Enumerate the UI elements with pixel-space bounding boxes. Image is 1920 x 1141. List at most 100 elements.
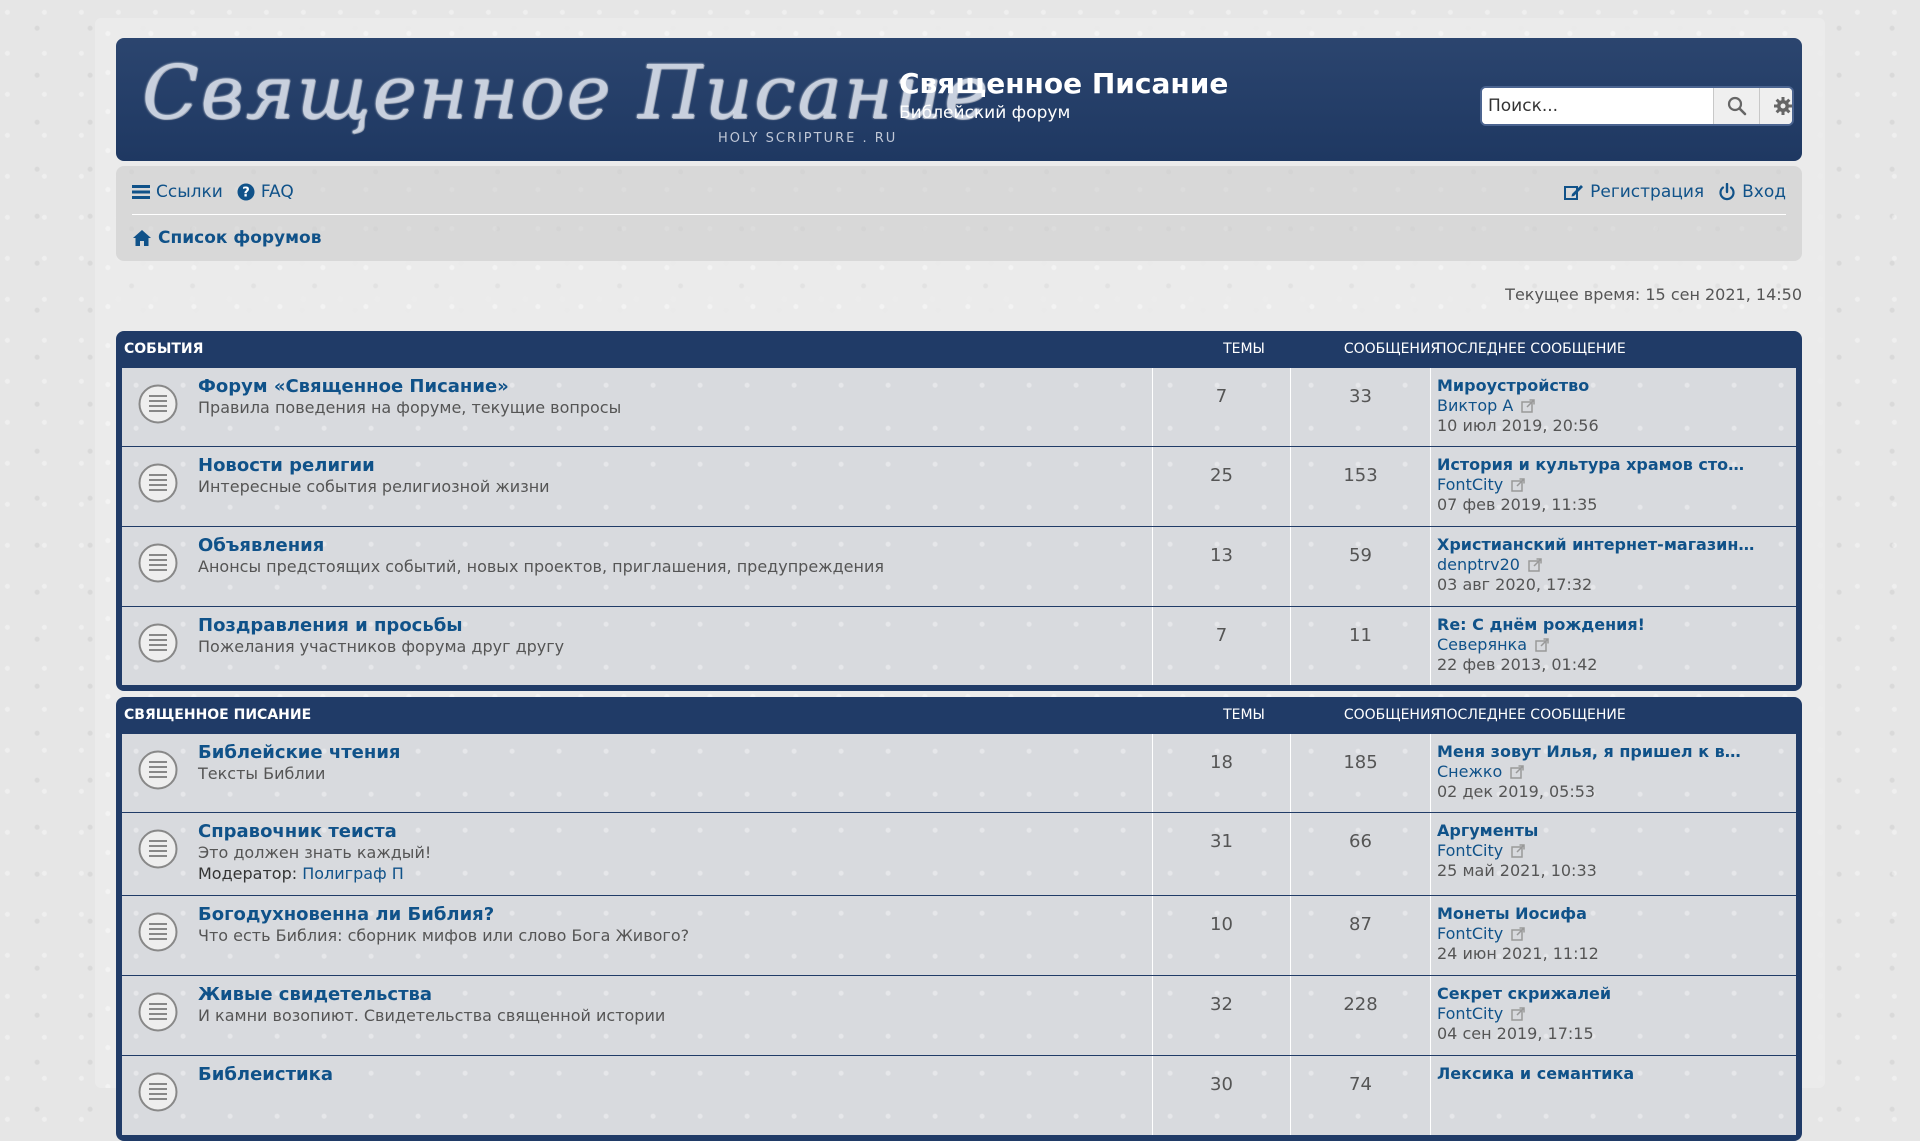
breadcrumb-label: Список форумов (158, 228, 322, 248)
last-post: История и культура храмов сто… FontCity … (1430, 447, 1744, 526)
last-post-title[interactable]: Христианский интернет-магазин… (1437, 535, 1754, 555)
forum-description: Пожелания участников форума друг другу (198, 637, 565, 656)
category-block: СВЯЩЕННОЕ ПИСАНИЕ ТЕМЫ СООБЩЕНИЯ ПОСЛЕДН… (116, 697, 1802, 1141)
power-icon (1719, 183, 1735, 201)
category-header: СВЯЩЕННОЕ ПИСАНИЕ ТЕМЫ СООБЩЕНИЯ ПОСЛЕДН… (122, 697, 1796, 733)
last-post-date: 25 май 2021, 10:33 (1437, 861, 1597, 880)
topics-count: 7 (1152, 368, 1290, 446)
last-post: Меня зовут Илья, я пришел к в… Снежко 02… (1430, 734, 1741, 812)
posts-count: 59 (1290, 527, 1430, 606)
last-post-title[interactable]: Мироустройство (1437, 376, 1599, 396)
navbar: Ссылки ? FAQ Регистрация Вход Список фор… (116, 166, 1802, 261)
topics-count: 13 (1152, 527, 1290, 606)
last-post: Монеты Иосифа FontCity 24 июн 2021, 11:1… (1430, 896, 1599, 975)
view-latest-post-icon[interactable] (1535, 638, 1549, 652)
forum-title[interactable]: Новости религии (198, 455, 550, 476)
forum-read-icon (138, 623, 178, 663)
last-post-author[interactable]: denptrv20 (1437, 555, 1520, 575)
breadcrumb[interactable]: Список форумов (132, 222, 321, 254)
forum-title[interactable]: Поздравления и просьбы (198, 615, 564, 636)
last-post-author[interactable]: FontCity (1437, 1004, 1503, 1024)
category-title[interactable]: СВЯЩЕННОЕ ПИСАНИЕ (124, 707, 311, 723)
last-post-title[interactable]: Секрет скрижалей (1437, 984, 1611, 1004)
view-latest-post-icon[interactable] (1511, 478, 1525, 492)
view-latest-post-icon[interactable] (1521, 399, 1536, 413)
last-post-date: 04 сен 2019, 17:15 (1437, 1024, 1594, 1043)
forum-read-icon (138, 992, 178, 1032)
last-post-title[interactable]: Монеты Иосифа (1437, 904, 1599, 924)
last-post-date: 10 июл 2019, 20:56 (1437, 416, 1599, 435)
site-title[interactable]: Священное Писание (899, 67, 1228, 100)
register-label: Регистрация (1590, 182, 1705, 202)
column-header-topics: ТЕМЫ (1223, 707, 1265, 723)
topics-count: 7 (1152, 607, 1290, 685)
forum-description: Анонсы предстоящих событий, новых проект… (198, 557, 884, 576)
posts-count: 228 (1290, 976, 1430, 1055)
forum-moderator: Модератор: Полиграф П (198, 863, 431, 884)
last-post-title[interactable]: История и культура храмов сто… (1437, 455, 1744, 475)
category-title[interactable]: СОБЫТИЯ (124, 341, 203, 357)
column-header-last-post: ПОСЛЕДНЕЕ СООБЩЕНИЕ (1436, 707, 1626, 723)
last-post-title[interactable]: Меня зовут Илья, я пришел к в… (1437, 742, 1741, 762)
login-link[interactable]: Вход (1718, 182, 1786, 202)
posts-count: 11 (1290, 607, 1430, 685)
view-latest-post-icon[interactable] (1511, 1007, 1525, 1021)
forum-description: Это должен знать каждый! (198, 843, 432, 862)
last-post-author[interactable]: Снежко (1437, 762, 1502, 782)
last-post-date: 22 фев 2013, 01:42 (1437, 655, 1598, 674)
search-box (1482, 88, 1792, 124)
forum-row: Новости религии Интересные события религ… (122, 446, 1796, 526)
moderator-label: Модератор: (198, 864, 298, 883)
last-post-title[interactable]: Аргументы (1437, 821, 1597, 841)
forum-title[interactable]: Объявления (198, 535, 884, 556)
column-header-last-post: ПОСЛЕДНЕЕ СООБЩЕНИЕ (1436, 341, 1626, 357)
forum-title[interactable]: Живые свидетельства (198, 984, 665, 1005)
topics-count: 25 (1152, 447, 1290, 526)
login-label: Вход (1742, 182, 1786, 202)
register-link[interactable]: Регистрация (1564, 182, 1704, 202)
last-post-author[interactable]: FontCity (1437, 841, 1503, 861)
forum-title[interactable]: Форум «Священное Писание» (198, 376, 621, 397)
last-post-author[interactable]: Виктор А (1437, 396, 1513, 416)
topics-count: 30 (1152, 1056, 1290, 1135)
moderator-link[interactable]: Полиграф П (302, 864, 404, 883)
last-post-author[interactable]: Северянка (1437, 635, 1527, 655)
last-post: Аргументы FontCity 25 май 2021, 10:33 (1430, 813, 1597, 895)
column-header-topics: ТЕМЫ (1223, 341, 1265, 357)
forum-read-icon (138, 463, 178, 503)
search-button[interactable] (1713, 88, 1759, 124)
forum-title[interactable]: Справочник теиста (198, 821, 431, 842)
category-header: СОБЫТИЯ ТЕМЫ СООБЩЕНИЯ ПОСЛЕДНЕЕ СООБЩЕН… (122, 331, 1796, 367)
forum-title[interactable]: Библеистика (198, 1064, 333, 1085)
forum-row: Объявления Анонсы предстоящих событий, н… (122, 526, 1796, 606)
last-post-author[interactable]: FontCity (1437, 475, 1503, 495)
last-post-title[interactable]: Лексика и семантика (1437, 1064, 1634, 1084)
faq-link[interactable]: ? FAQ (237, 182, 294, 202)
forum-row: Справочник теиста Это должен знать кажды… (122, 812, 1796, 895)
forum-read-icon (138, 750, 178, 790)
question-icon: ? (237, 183, 255, 201)
view-latest-post-icon[interactable] (1511, 844, 1525, 858)
forum-description: Тексты Библии (198, 764, 326, 783)
last-post-date: 07 фев 2019, 11:35 (1437, 495, 1598, 514)
view-latest-post-icon[interactable] (1511, 927, 1525, 941)
last-post-title[interactable]: Re: С днём рождения! (1437, 615, 1645, 635)
search-icon (1727, 96, 1746, 116)
forum-row: Поздравления и просьбы Пожелания участни… (122, 606, 1796, 685)
links-menu[interactable]: Ссылки (132, 182, 223, 202)
site-logo[interactable]: Священное Писание (142, 50, 990, 136)
forum-row: Библеистика 30 74 Лексика и семантика (122, 1055, 1796, 1135)
posts-count: 185 (1290, 734, 1430, 812)
forum-title[interactable]: Библейские чтения (198, 742, 400, 763)
links-label: Ссылки (156, 182, 223, 202)
forum-read-icon (138, 829, 178, 869)
forum-title[interactable]: Богодухновенна ли Библия? (198, 904, 689, 925)
search-input[interactable] (1482, 88, 1713, 124)
last-post-author[interactable]: FontCity (1437, 924, 1503, 944)
last-post: Христианский интернет-магазин… denptrv20… (1430, 527, 1754, 606)
topics-count: 32 (1152, 976, 1290, 1055)
view-latest-post-icon[interactable] (1528, 558, 1542, 572)
view-latest-post-icon[interactable] (1510, 765, 1525, 779)
posts-count: 87 (1290, 896, 1430, 975)
advanced-search-button[interactable] (1759, 88, 1792, 124)
